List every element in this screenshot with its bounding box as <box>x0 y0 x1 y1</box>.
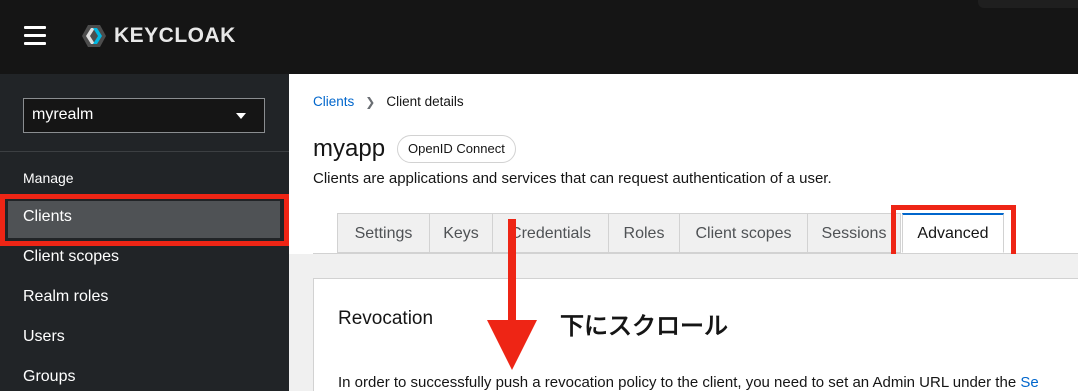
revocation-title: Revocation <box>338 308 434 329</box>
realm-selector-value: myrealm <box>32 106 94 123</box>
masthead: KEYCLOAK <box>0 0 1078 74</box>
header-toolbar <box>978 0 1078 8</box>
page-title: myapp <box>313 135 386 162</box>
clients-highlight-box <box>0 194 289 246</box>
breadcrumb-clients-link[interactable]: Clients <box>313 94 354 109</box>
tab-sessions[interactable]: Sessions <box>807 213 901 253</box>
sidebar-section-manage: Manage <box>23 170 74 186</box>
tab-keys[interactable]: Keys <box>429 213 492 253</box>
chevron-right-icon: ❯ <box>365 94 376 109</box>
keycloak-logo[interactable]: KEYCLOAK <box>76 22 236 50</box>
sidebar-item-realm-roles[interactable]: Realm roles <box>23 288 108 306</box>
breadcrumb-current: Client details <box>386 94 464 109</box>
protocol-badge: OpenID Connect <box>397 135 516 163</box>
scroll-down-arrow-icon <box>487 320 537 370</box>
settings-link[interactable]: Se <box>1020 374 1038 391</box>
advanced-tab-highlight-box <box>891 205 1016 261</box>
sidebar-item-groups[interactable]: Groups <box>23 368 75 386</box>
sidebar: myrealm Manage Clients Client scopes Rea… <box>0 74 289 391</box>
keycloak-logo-icon <box>82 25 106 47</box>
realm-selector[interactable]: myrealm <box>23 98 265 133</box>
scroll-arrow-shaft <box>508 219 516 323</box>
revocation-description-text: In order to successfully push a revocati… <box>338 374 1021 391</box>
sidebar-divider <box>0 151 289 152</box>
revocation-description: In order to successfully push a revocati… <box>338 374 1039 391</box>
tab-client-scopes[interactable]: Client scopes <box>679 213 807 253</box>
scroll-annotation: 下にスクロール <box>560 312 728 340</box>
logo-text: KEYCLOAK <box>114 24 236 47</box>
tab-roles[interactable]: Roles <box>608 213 679 253</box>
sidebar-item-client-scopes[interactable]: Client scopes <box>23 248 119 266</box>
page-subtitle: Clients are applications and services th… <box>313 170 832 187</box>
caret-down-icon <box>236 113 246 119</box>
sidebar-item-users[interactable]: Users <box>23 328 65 346</box>
hamburger-icon[interactable] <box>24 26 46 46</box>
breadcrumb: Clients ❯ Client details <box>313 94 464 109</box>
tab-settings[interactable]: Settings <box>337 213 429 253</box>
